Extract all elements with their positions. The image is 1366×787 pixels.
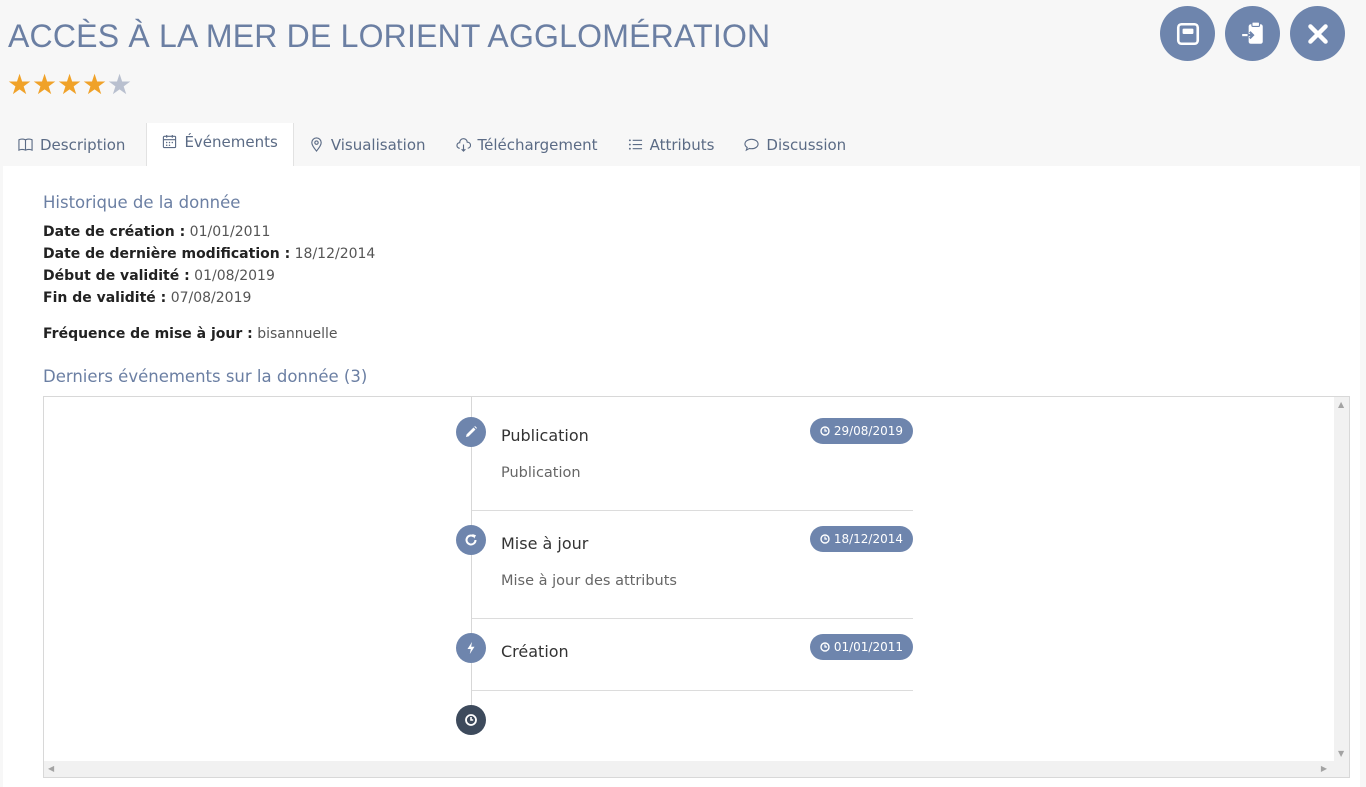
book-icon xyxy=(18,138,33,152)
star-filled-icon: ★ xyxy=(57,68,83,101)
speech-bubble-icon xyxy=(744,138,760,152)
tab-evenements[interactable]: Événements xyxy=(146,123,294,166)
event-type-icon xyxy=(456,633,486,663)
clock-icon xyxy=(820,642,830,652)
event-date-badge: 18/12/2014 xyxy=(809,526,913,552)
close-icon xyxy=(1307,23,1328,44)
lightning-icon xyxy=(467,642,475,654)
validity-end: Fin de validité : 07/08/2019 xyxy=(43,290,252,306)
event-title: Publication xyxy=(501,426,589,445)
scroll-right-arrow-icon[interactable]: ▶ xyxy=(1321,764,1327,773)
tab-label: Événements xyxy=(184,132,278,151)
event-date-badge: 29/08/2019 xyxy=(809,418,913,444)
close-button[interactable] xyxy=(1290,6,1345,61)
events-timeline[interactable]: Publication Publication 29/08/2019 Mise … xyxy=(43,396,1350,778)
tab-description[interactable]: Description xyxy=(3,123,140,166)
clipboard-export-button[interactable] xyxy=(1225,6,1280,61)
star-filled-icon: ★ xyxy=(7,68,33,101)
scroll-up-arrow-icon[interactable]: ▲ xyxy=(1338,400,1344,409)
save-icon xyxy=(1176,22,1199,45)
save-button[interactable] xyxy=(1160,6,1215,61)
star-empty-icon: ★ xyxy=(107,68,133,101)
tab-content-evenements: Historique de la donnée Date de création… xyxy=(3,166,1360,787)
vertical-scrollbar[interactable]: ▲ ▼ xyxy=(1334,397,1349,761)
timeline-event: Publication Publication 29/08/2019 xyxy=(472,397,913,511)
validity-start: Début de validité : 01/08/2019 xyxy=(43,268,275,284)
tab-label: Attributs xyxy=(649,135,715,154)
calendar-icon xyxy=(163,134,177,149)
star-filled-icon: ★ xyxy=(82,68,108,101)
modified-date: Date de dernière modification : 18/12/20… xyxy=(43,246,376,262)
rating-stars: ★ ★ ★ ★ ★ xyxy=(7,70,132,100)
event-title: Mise à jour xyxy=(501,534,589,553)
tab-telechargement[interactable]: Téléchargement xyxy=(441,123,613,166)
tab-discussion[interactable]: Discussion xyxy=(729,123,861,166)
creation-date: Date de création : 01/01/2011 xyxy=(43,224,271,240)
event-description: Mise à jour des attributs xyxy=(501,573,677,589)
clipboard-export-icon xyxy=(1241,21,1263,44)
timeline-event: Création 01/01/2011 xyxy=(472,619,913,691)
tab-visualisation[interactable]: Visualisation xyxy=(294,123,441,166)
tab-attributs[interactable]: Attributs xyxy=(613,123,730,166)
pencil-icon xyxy=(466,426,477,437)
event-date-badge: 01/01/2011 xyxy=(809,634,913,660)
clock-icon xyxy=(820,426,830,436)
timeline-end-marker xyxy=(456,705,486,735)
event-type-icon xyxy=(456,525,486,555)
list-icon xyxy=(628,139,642,150)
event-description: Publication xyxy=(501,465,581,481)
tab-label: Description xyxy=(40,135,126,154)
clock-icon xyxy=(820,534,830,544)
horizontal-scrollbar[interactable]: ◀ ▶ xyxy=(44,761,1349,777)
tab-bar: Description Événements Visualisation Tél… xyxy=(3,123,1360,166)
event-title: Création xyxy=(501,642,569,661)
header-actions xyxy=(1160,6,1345,61)
event-type-icon xyxy=(456,417,486,447)
scroll-left-arrow-icon[interactable]: ◀ xyxy=(48,764,54,773)
tab-label: Téléchargement xyxy=(477,135,598,154)
events-heading: Derniers événements sur la donnée (3) xyxy=(43,367,368,386)
cloud-download-icon xyxy=(455,138,471,152)
star-filled-icon: ★ xyxy=(32,68,58,101)
update-frequency: Fréquence de mise à jour : bisannuelle xyxy=(43,326,338,342)
clock-icon xyxy=(465,714,477,726)
tab-label: Visualisation xyxy=(330,135,426,154)
history-heading: Historique de la donnée xyxy=(43,193,241,212)
tab-label: Discussion xyxy=(766,135,847,154)
scroll-down-arrow-icon[interactable]: ▼ xyxy=(1338,749,1344,758)
map-pin-icon xyxy=(311,137,322,152)
refresh-icon xyxy=(465,534,477,546)
page-title: ACCÈS À LA MER DE LORIENT AGGLOMÉRATION xyxy=(8,18,771,54)
timeline-event: Mise à jour Mise à jour des attributs 18… xyxy=(472,511,913,619)
